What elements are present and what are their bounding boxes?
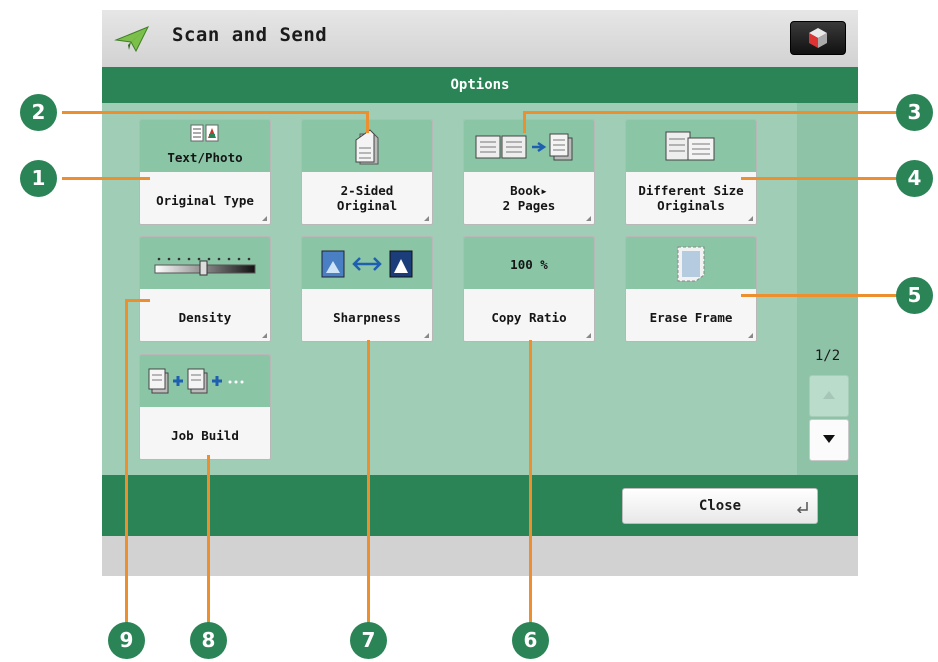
leader-line-2-drop	[366, 111, 369, 133]
two-sided-original-label: 2-Sided Original	[336, 183, 398, 213]
original-type-button[interactable]: Text/Photo Original Type	[139, 119, 271, 225]
tile-top	[140, 237, 270, 289]
leader-line-8	[207, 455, 210, 644]
sharpness-label: Sharpness	[333, 310, 401, 325]
original-type-label: Original Type	[156, 193, 254, 208]
scroll-up-button[interactable]	[809, 375, 849, 417]
callout-6: 6	[512, 622, 549, 659]
page-scroll-sidebar: 1/2	[797, 103, 858, 475]
app-title: Scan and Send	[172, 24, 328, 46]
device-screen: Scan and Send Options Text/Photo Origina…	[102, 10, 858, 576]
original-type-value: Text/Photo	[167, 150, 243, 165]
page-indicator: 1/2	[814, 348, 841, 364]
submenu-corner-icon	[424, 216, 429, 221]
erase-frame-icon	[677, 246, 705, 282]
tile-top	[302, 237, 432, 289]
close-button[interactable]: Close	[622, 488, 818, 524]
leader-line-5	[741, 294, 903, 297]
sharpness-icon	[321, 250, 413, 278]
tile-top: Text/Photo	[140, 120, 270, 172]
leader-line-3	[524, 111, 902, 114]
leader-line-9-arm	[125, 299, 150, 302]
book-to-2-pages-label: Book▸ 2 Pages	[502, 183, 556, 213]
cube-menu-icon	[809, 28, 827, 48]
submenu-corner-icon	[748, 216, 753, 221]
submenu-corner-icon	[586, 216, 591, 221]
submenu-corner-icon	[586, 333, 591, 338]
two-sided-original-button[interactable]: 2-Sided Original	[301, 119, 433, 225]
copy-ratio-button[interactable]: 100 % Copy Ratio	[463, 236, 595, 342]
callout-1: 1	[20, 160, 57, 197]
leader-line-3-drop	[523, 111, 526, 133]
callout-3: 3	[896, 94, 933, 131]
callout-7: 7	[350, 622, 387, 659]
book-to-2-pages-button[interactable]: Book▸ 2 Pages	[463, 119, 595, 225]
leader-line-9	[125, 301, 128, 644]
scroll-up-icon	[823, 391, 835, 399]
close-label: Close	[698, 498, 742, 514]
status-bar	[102, 536, 858, 576]
title-bar: Scan and Send	[102, 10, 858, 68]
submenu-corner-icon	[424, 333, 429, 338]
callout-4: 4	[896, 160, 933, 197]
copy-ratio-label: Copy Ratio	[491, 310, 567, 325]
scroll-down-button[interactable]	[809, 419, 849, 461]
job-build-icon	[148, 368, 244, 394]
paper-plane-icon	[114, 26, 150, 53]
options-header: Options	[102, 67, 858, 103]
erase-frame-button[interactable]: Erase Frame	[625, 236, 757, 342]
different-size-originals-label: Different Size Originals	[638, 183, 744, 213]
text-photo-icon	[190, 124, 219, 142]
leader-line-4	[741, 177, 903, 180]
tile-top: 100 %	[464, 237, 594, 289]
tile-top	[626, 237, 756, 289]
return-arrow-icon	[796, 502, 808, 513]
mixed-size-originals-icon	[665, 131, 715, 161]
tile-top	[140, 355, 270, 407]
density-slider-icon	[154, 257, 256, 276]
job-build-label: Job Build	[171, 428, 239, 443]
density-label: Density	[178, 310, 232, 325]
footer-bar: Close	[102, 475, 858, 536]
leader-line-1	[62, 177, 150, 180]
submenu-corner-icon	[262, 216, 267, 221]
book-to-pages-icon	[475, 133, 573, 161]
submenu-corner-icon	[262, 333, 267, 338]
scroll-down-icon	[823, 435, 835, 443]
leader-line-2	[62, 111, 368, 114]
leader-line-7	[367, 340, 370, 644]
menu-button[interactable]	[790, 21, 846, 55]
tile-top	[464, 120, 594, 172]
options-panel: Text/Photo Original Type 2-Sided Origina…	[102, 103, 797, 475]
two-sided-page-icon	[355, 129, 379, 165]
callout-5: 5	[896, 277, 933, 314]
callout-2: 2	[20, 94, 57, 131]
copy-ratio-value: 100 %	[510, 257, 548, 272]
erase-frame-label: Erase Frame	[649, 310, 733, 325]
job-build-button[interactable]: Job Build	[139, 354, 271, 460]
submenu-corner-icon	[748, 333, 753, 338]
density-button[interactable]: Density	[139, 236, 271, 342]
leader-line-6	[529, 340, 532, 644]
tile-top	[626, 120, 756, 172]
different-size-originals-button[interactable]: Different Size Originals	[625, 119, 757, 225]
callout-8: 8	[190, 622, 227, 659]
sharpness-button[interactable]: Sharpness	[301, 236, 433, 342]
callout-9: 9	[108, 622, 145, 659]
